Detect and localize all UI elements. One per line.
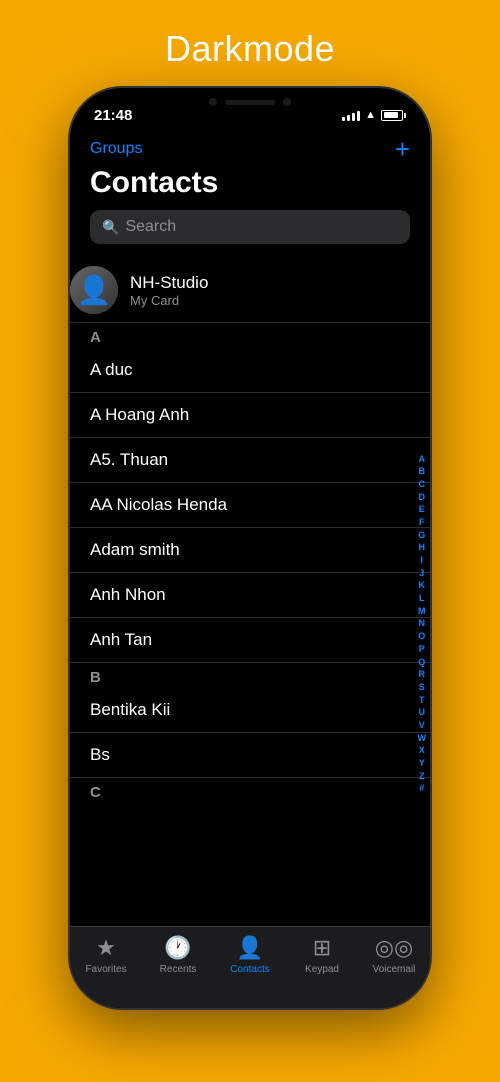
alpha-r[interactable]: R	[418, 669, 427, 681]
alpha-o[interactable]: O	[418, 631, 427, 643]
search-bar[interactable]: 🔍 Search	[90, 210, 410, 244]
alpha-y[interactable]: Y	[418, 758, 427, 770]
alpha-f[interactable]: F	[418, 517, 427, 529]
alpha-j[interactable]: J	[418, 568, 427, 580]
tab-bar: ★ Favorites 🕐 Recents 👤 Contacts ⊞ Keypa…	[70, 926, 430, 1008]
contact-item[interactable]: AA Nicolas Henda	[70, 483, 430, 528]
alpha-h[interactable]: H	[418, 543, 427, 555]
contact-adam-smith[interactable]: Adam smith	[70, 528, 430, 573]
phone-frame: 21:48 ▲ Groups + Contacts 🔍 Search	[70, 88, 430, 1008]
alphabet-index[interactable]: A B C D E F G H I J K L M N O P Q R S T	[418, 454, 427, 796]
alpha-t[interactable]: T	[418, 695, 427, 707]
alpha-u[interactable]: U	[418, 707, 427, 719]
status-time: 21:48	[94, 107, 132, 124]
contacts-icon: 👤	[236, 935, 263, 961]
alpha-k[interactable]: K	[418, 581, 427, 593]
tab-favorites[interactable]: ★ Favorites	[70, 935, 142, 975]
contact-item[interactable]: Bentika Kii	[70, 688, 430, 733]
alpha-l[interactable]: L	[418, 593, 427, 605]
my-card[interactable]: NH-Studio My Card	[70, 258, 430, 323]
tab-recents-label: Recents	[160, 964, 197, 975]
contact-item[interactable]: A duc	[70, 348, 430, 393]
header: Groups + Contacts 🔍 Search	[70, 132, 430, 258]
alpha-m[interactable]: M	[418, 606, 427, 618]
notch-sensor	[283, 98, 291, 106]
tab-contacts[interactable]: 👤 Contacts	[214, 935, 286, 975]
tab-voicemail-label: Voicemail	[373, 964, 416, 975]
alpha-i[interactable]: I	[418, 555, 427, 567]
tab-keypad[interactable]: ⊞ Keypad	[286, 935, 358, 975]
alpha-p[interactable]: P	[418, 644, 427, 656]
alpha-s[interactable]: S	[418, 682, 427, 694]
my-card-info: NH-Studio My Card	[130, 273, 208, 308]
signal-icon	[342, 109, 360, 121]
favorites-icon: ★	[96, 935, 116, 961]
recents-icon: 🕐	[164, 935, 191, 961]
add-contact-button[interactable]: +	[395, 136, 410, 162]
alpha-x[interactable]: X	[418, 746, 427, 758]
notch-camera	[209, 98, 217, 106]
voicemail-icon: ◎◎	[375, 935, 413, 961]
alpha-n[interactable]: N	[418, 619, 427, 631]
nav-row: Groups +	[90, 136, 410, 162]
notch	[185, 88, 315, 116]
battery-icon	[381, 110, 406, 121]
search-input[interactable]: Search	[125, 218, 176, 236]
alpha-hash[interactable]: #	[418, 784, 427, 796]
contacts-heading: Contacts	[90, 166, 410, 200]
contact-item[interactable]: Anh Tan	[70, 618, 430, 663]
alpha-b[interactable]: B	[418, 466, 427, 478]
contact-item[interactable]: A Hoang Anh	[70, 393, 430, 438]
contacts-list[interactable]: A A duc A Hoang Anh A5. Thuan AA Nicolas…	[70, 323, 430, 926]
section-header-c: C	[70, 778, 430, 803]
alpha-z[interactable]: Z	[418, 771, 427, 783]
my-card-name: NH-Studio	[130, 273, 208, 293]
alpha-v[interactable]: V	[418, 720, 427, 732]
contact-item[interactable]: Anh Nhon	[70, 573, 430, 618]
page-title: Darkmode	[165, 28, 335, 70]
alpha-c[interactable]: C	[418, 479, 427, 491]
tab-favorites-label: Favorites	[85, 964, 126, 975]
avatar-image	[70, 266, 118, 314]
alpha-e[interactable]: E	[418, 504, 427, 516]
search-icon: 🔍	[102, 219, 119, 236]
my-card-subtitle: My Card	[130, 293, 208, 308]
alpha-w[interactable]: W	[418, 733, 427, 745]
tab-contacts-label: Contacts	[230, 964, 269, 975]
contact-item[interactable]: Bs	[70, 733, 430, 778]
tab-recents[interactable]: 🕐 Recents	[142, 935, 214, 975]
tab-keypad-label: Keypad	[305, 964, 339, 975]
notch-speaker	[225, 100, 275, 105]
groups-button[interactable]: Groups	[90, 140, 142, 158]
wifi-icon: ▲	[365, 109, 376, 121]
status-icons: ▲	[342, 109, 406, 121]
screen: Groups + Contacts 🔍 Search NH-Studio My …	[70, 132, 430, 1008]
alpha-d[interactable]: D	[418, 492, 427, 504]
avatar	[70, 266, 118, 314]
contact-item[interactable]: A5. Thuan	[70, 438, 430, 483]
alpha-q[interactable]: Q	[418, 657, 427, 669]
section-header-a: A	[70, 323, 430, 348]
alpha-a[interactable]: A	[418, 454, 427, 466]
tab-voicemail[interactable]: ◎◎ Voicemail	[358, 935, 430, 975]
section-header-b: B	[70, 663, 430, 688]
keypad-icon: ⊞	[313, 935, 331, 961]
alpha-g[interactable]: G	[418, 530, 427, 542]
